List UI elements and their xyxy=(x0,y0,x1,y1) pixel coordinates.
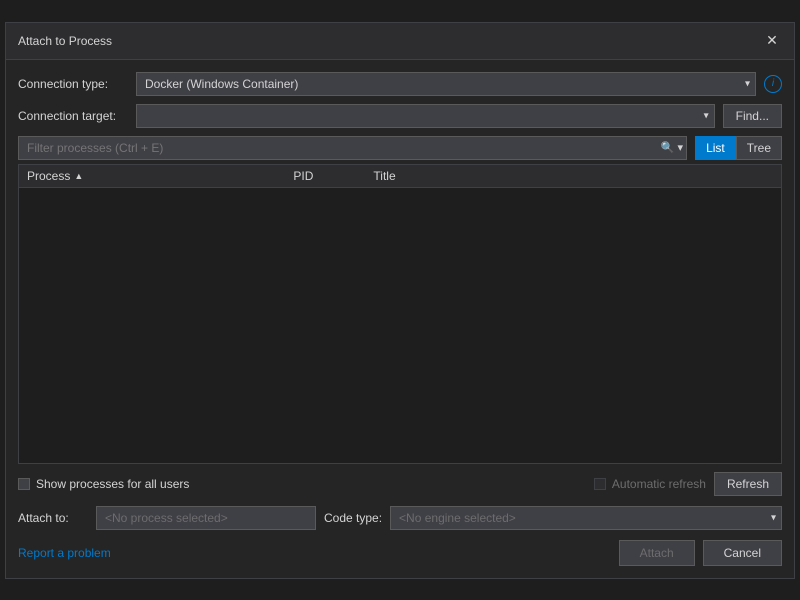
connection-target-row: Connection target: Find... xyxy=(18,104,782,128)
show-all-users-checkbox[interactable] xyxy=(18,478,30,490)
connection-target-select-wrapper xyxy=(136,104,715,128)
title-bar: Attach to Process ✕ xyxy=(6,23,794,60)
attach-to-value xyxy=(96,506,316,530)
report-problem-link[interactable]: Report a problem xyxy=(18,546,111,560)
right-controls: Automatic refresh Refresh xyxy=(594,472,782,496)
attach-button[interactable]: Attach xyxy=(619,540,695,566)
show-all-users-label: Show processes for all users xyxy=(36,477,189,491)
sort-arrow: ▲ xyxy=(74,171,83,181)
filter-input[interactable] xyxy=(18,136,687,160)
connection-type-select-wrapper: Docker (Windows Container) xyxy=(136,72,756,96)
bottom-actions-row: Report a problem Attach Cancel xyxy=(18,540,782,566)
filter-search-icon[interactable]: 🔍 ▾ xyxy=(661,141,683,154)
info-icon[interactable]: i xyxy=(764,75,782,93)
process-table: Process ▲ PID Title xyxy=(18,164,782,464)
dialog-title: Attach to Process xyxy=(18,34,112,48)
attach-to-label: Attach to: xyxy=(18,511,88,525)
pid-column-header: PID xyxy=(293,169,373,183)
dialog-content: Connection type: Docker (Windows Contain… xyxy=(6,60,794,578)
connection-target-label: Connection target: xyxy=(18,109,128,123)
connection-target-select[interactable] xyxy=(136,104,715,128)
title-column-header: Title xyxy=(373,169,773,183)
code-type-select[interactable]: <No engine selected> xyxy=(390,506,782,530)
table-body xyxy=(19,188,781,458)
auto-refresh-label: Automatic refresh xyxy=(594,477,706,491)
refresh-button[interactable]: Refresh xyxy=(714,472,782,496)
filter-input-wrapper: 🔍 ▾ xyxy=(18,136,687,160)
view-buttons: List Tree xyxy=(695,136,782,160)
connection-type-label: Connection type: xyxy=(18,77,128,91)
close-button[interactable]: ✕ xyxy=(762,31,782,51)
process-column-header: Process ▲ xyxy=(27,169,293,183)
show-all-row: Show processes for all users Automatic r… xyxy=(18,472,782,496)
action-buttons: Attach Cancel xyxy=(619,540,782,566)
auto-refresh-checkbox xyxy=(594,478,606,490)
list-view-button[interactable]: List xyxy=(695,136,736,160)
table-header: Process ▲ PID Title xyxy=(19,165,781,188)
filter-row: 🔍 ▾ List Tree xyxy=(18,136,782,160)
bottom-section: Show processes for all users Automatic r… xyxy=(18,472,782,566)
show-all-users-checkbox-label[interactable]: Show processes for all users xyxy=(18,477,189,491)
attach-to-row: Attach to: Code type: <No engine selecte… xyxy=(18,506,782,530)
connection-type-select[interactable]: Docker (Windows Container) xyxy=(136,72,756,96)
tree-view-button[interactable]: Tree xyxy=(736,136,782,160)
auto-refresh-text: Automatic refresh xyxy=(612,477,706,491)
connection-type-row: Connection type: Docker (Windows Contain… xyxy=(18,72,782,96)
cancel-button[interactable]: Cancel xyxy=(703,540,782,566)
find-button[interactable]: Find... xyxy=(723,104,782,128)
attach-to-process-dialog: Attach to Process ✕ Connection type: Doc… xyxy=(5,22,795,579)
code-type-label: Code type: xyxy=(324,511,382,525)
code-type-select-wrapper: <No engine selected> xyxy=(390,506,782,530)
